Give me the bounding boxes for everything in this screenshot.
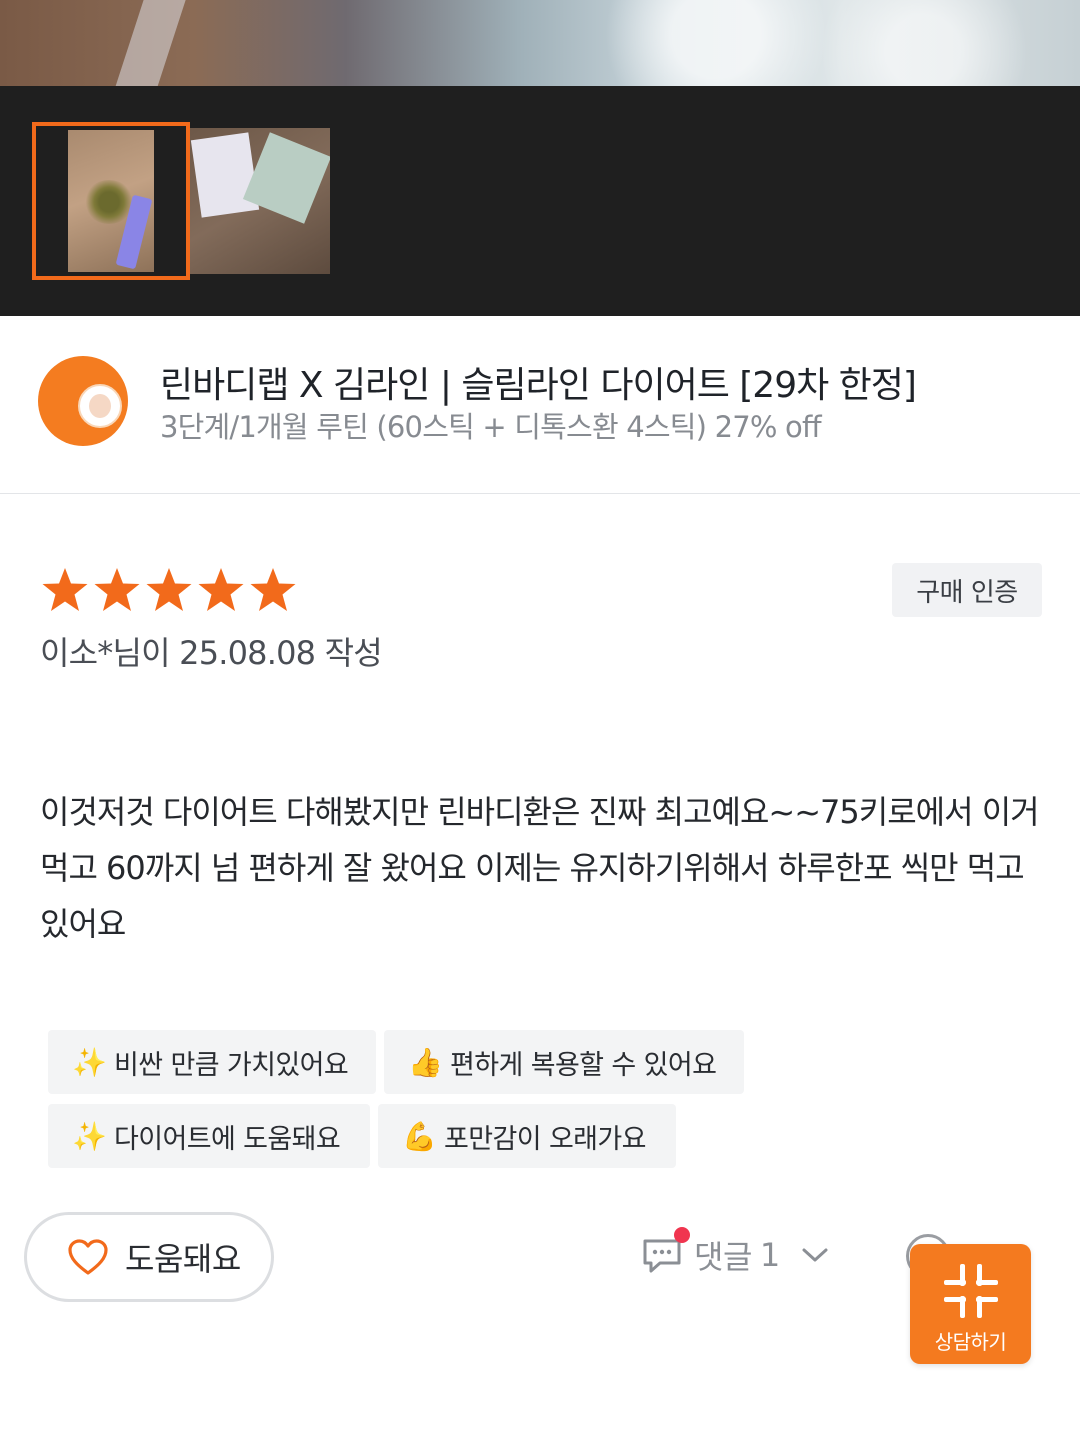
flexed-biceps-icon: 💪 [402,1119,437,1153]
consult-button[interactable]: 상담하기 [910,1244,1031,1364]
star-icon [146,568,192,611]
brand-logo-face [78,384,122,428]
comment-toggle[interactable]: 댓글 1 [640,1227,830,1280]
review-tag: ✨ 비싼 만큼 가치있어요 [48,1030,376,1094]
heart-icon [68,1239,108,1275]
purchase-verified-badge: 구매 인증 [892,563,1042,617]
rating-stars [40,566,298,614]
star-icon [250,568,296,611]
photo-thumbnail-selected[interactable] [32,122,190,280]
review-tag: 💪 포만감이 오래가요 [378,1104,676,1168]
chevron-down-icon [802,1248,828,1262]
helpful-button[interactable]: 도움돼요 [24,1212,274,1302]
consult-label: 상담하기 [934,1330,1007,1354]
photo-thumbnail[interactable] [190,128,330,274]
thumbnail-image-detail [190,132,260,218]
review-tag: 👍 편하게 복용할 수 있어요 [384,1030,744,1094]
reviewer-info: 이소*님이 25.08.08 작성 [40,634,383,672]
review-tag-label: 비싼 만큼 가치있어요 [114,1049,349,1081]
review-tag: ✨ 다이어트에 도움돼요 [48,1104,370,1168]
consult-icon [944,1264,998,1318]
photo-detail [110,0,190,86]
comment-icon [640,1227,690,1277]
comment-count: 1 [759,1236,781,1274]
brand-logo-icon [38,356,128,446]
product-option: 3단계/1개월 루틴 (60스틱 + 디톡스환 4스틱) 27% off [160,410,822,444]
review-tag-label: 포만감이 오래가요 [444,1123,647,1155]
product-title: 린바디랩 X 김라인 | 슬림라인 다이어트 [29차 한정] [160,365,917,406]
sparkles-icon: ✨ [72,1045,107,1079]
review-tag-label: 편하게 복용할 수 있어요 [450,1049,717,1081]
helpful-button-label: 도움돼요 [125,1240,241,1278]
review-tag-label: 다이어트에 도움돼요 [114,1123,341,1155]
star-icon [94,568,140,611]
thumbs-up-icon: 👍 [408,1045,443,1079]
comment-label: 댓글 [694,1238,752,1276]
photo-detail [560,0,1080,86]
star-icon [42,568,88,611]
review-photo-main[interactable] [0,0,1080,86]
sparkles-icon: ✨ [72,1119,107,1153]
notification-dot [674,1227,690,1243]
star-icon [198,568,244,611]
product-info-row[interactable]: 린바디랩 X 김라인 | 슬림라인 다이어트 [29차 한정] 3단계/1개월 … [0,316,1080,494]
photo-thumbnail-strip [0,86,1080,316]
review-text: 이것저것 다이어트 다해봤지만 린바디환은 진짜 최고예요~~75키로에서 이거… [40,793,1040,943]
